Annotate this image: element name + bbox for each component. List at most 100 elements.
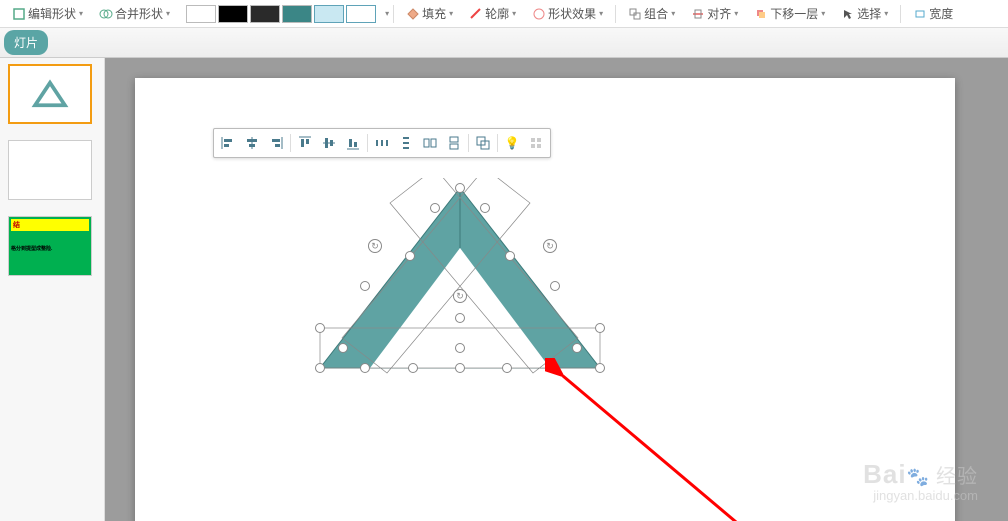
slide-tab[interactable]: 灯片 [4,30,48,55]
toolbar-separator [468,134,469,152]
rotation-handle[interactable]: ↻ [453,289,467,303]
resize-handle[interactable] [430,203,440,213]
thumb-text: 格分到提型成整险. [11,245,89,252]
chevron-down-icon: ▾ [79,9,83,18]
annotation-arrow [545,358,765,521]
toolbar-separator [497,134,498,152]
shape-effects-label: 形状效果 [548,5,596,22]
group-button[interactable]: 组合 ▾ [622,3,681,24]
resize-handle[interactable] [572,343,582,353]
swatch-lightblue[interactable] [314,5,344,23]
chevron-down-icon: ▾ [671,9,675,18]
slide-thumb-1[interactable] [8,64,92,124]
canvas-area: 💡 [105,58,1008,521]
resize-handle[interactable] [405,251,415,261]
resize-handle[interactable] [502,363,512,373]
ribbon-separator [393,5,394,23]
chevron-down-icon: ▾ [734,9,738,18]
resize-handle[interactable] [408,363,418,373]
swatch-teal[interactable] [282,5,312,23]
slide-thumb-2[interactable] [8,140,92,200]
merge-shape-icon [99,7,113,21]
chevron-down-icon: ▾ [884,9,888,18]
effects-icon [532,7,546,21]
edit-shape-icon [12,7,26,21]
move-down-icon [754,7,768,21]
group-icon[interactable] [471,131,495,155]
toolbar-separator [290,134,291,152]
edit-shape-button[interactable]: 编辑形状 ▾ [6,3,89,24]
chevron-down-icon: ▾ [166,9,170,18]
slide-canvas[interactable]: 💡 [135,78,955,521]
chevron-down-icon: ▾ [599,9,603,18]
distribute-v-icon[interactable] [394,131,418,155]
resize-handle[interactable] [315,323,325,333]
align-label: 对齐 [707,5,731,22]
resize-handle[interactable] [455,343,465,353]
merge-shape-label: 合并形状 [115,5,163,22]
resize-handle[interactable] [455,313,465,323]
equal-width-icon[interactable] [418,131,442,155]
chevron-down-icon: ▾ [449,9,453,18]
rotation-handle[interactable]: ↻ [543,239,557,253]
chevron-down-icon: ▾ [512,9,516,18]
resize-handle[interactable] [455,183,465,193]
secondary-bar: 灯片 [0,28,1008,58]
resize-handle[interactable] [480,203,490,213]
swatch-dark[interactable] [250,5,280,23]
resize-handle[interactable] [315,363,325,373]
align-icon [691,7,705,21]
outline-button[interactable]: 轮廓 ▾ [463,3,522,24]
merge-shape-button[interactable]: 合并形状 ▾ [93,3,176,24]
slide-thumb-3[interactable]: 结 格分到提型成整险. [8,216,92,276]
resize-handle[interactable] [550,281,560,291]
group-icon [628,7,642,21]
fill-icon [406,7,420,21]
align-left-icon[interactable] [216,131,240,155]
edit-shape-label: 编辑形状 [28,5,76,22]
outline-icon [469,7,483,21]
group-label: 组合 [644,5,668,22]
select-button[interactable]: 选择 ▾ [835,3,894,24]
align-bottom-icon[interactable] [341,131,365,155]
swatch-white[interactable] [186,5,216,23]
fill-button[interactable]: 填充 ▾ [400,3,459,24]
resize-handle[interactable] [360,281,370,291]
select-icon [841,7,855,21]
shape-selection[interactable]: ↻ ↻ ↻ [305,178,615,378]
resize-handle[interactable] [338,343,348,353]
main-ribbon: 编辑形状 ▾ 合并形状 ▾ ▾ 填充 ▾ 轮廓 ▾ [0,0,1008,28]
align-middle-v-icon[interactable] [317,131,341,155]
move-down-label: 下移一层 [770,5,818,22]
more-options-icon[interactable] [524,131,548,155]
resize-handle[interactable] [360,363,370,373]
swatch-more-icon[interactable]: ▾ [385,9,389,18]
lightbulb-icon[interactable]: 💡 [500,131,524,155]
resize-handle[interactable] [505,251,515,261]
shape-effects-button[interactable]: 形状效果 ▾ [526,3,609,24]
select-label: 选择 [857,5,881,22]
equal-height-icon[interactable] [442,131,466,155]
distribute-h-icon[interactable] [370,131,394,155]
width-button[interactable]: 宽度 [907,3,959,24]
move-down-button[interactable]: 下移一层 ▾ [748,3,831,24]
alignment-toolbar: 💡 [213,128,551,158]
ribbon-separator [615,5,616,23]
align-center-h-icon[interactable] [240,131,264,155]
width-label: 宽度 [929,5,953,22]
ribbon-separator [900,5,901,23]
align-top-icon[interactable] [293,131,317,155]
align-right-icon[interactable] [264,131,288,155]
width-icon [913,7,927,21]
align-button[interactable]: 对齐 ▾ [685,3,744,24]
resize-handle[interactable] [455,363,465,373]
resize-handle[interactable] [595,323,605,333]
outline-label: 轮廓 [485,5,509,22]
rotation-handle[interactable]: ↻ [368,239,382,253]
fill-label: 填充 [422,5,446,22]
swatch-outline[interactable] [346,5,376,23]
thumb-title: 结 [11,219,89,231]
swatch-black[interactable] [218,5,248,23]
slide-panel: 结 格分到提型成整险. [0,58,105,521]
style-swatches [186,5,376,23]
